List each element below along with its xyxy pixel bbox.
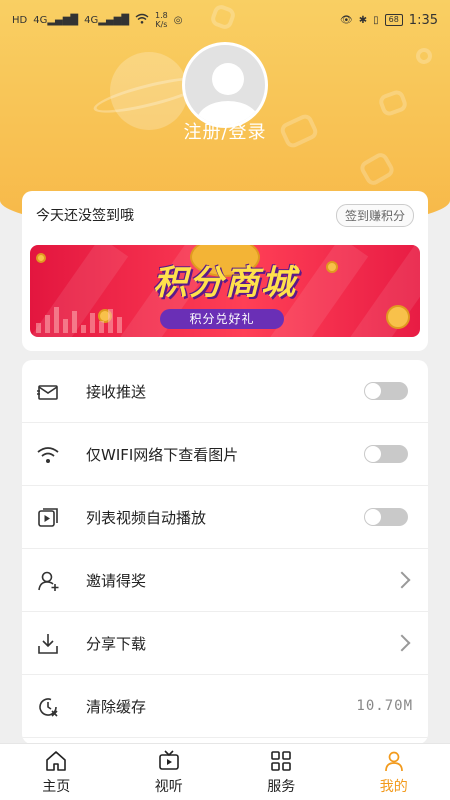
- envelope-icon: [36, 380, 60, 404]
- settings-row-label: 分享下载: [86, 634, 147, 653]
- eye-icon: 👁: [340, 14, 353, 26]
- settings-row-label: 列表视频自动播放: [86, 508, 207, 527]
- status-bar: HD 4G▂▄▆█ 4G▂▄▆█ 1.8 K/s ◎ 👁 ✱ ▯ 68 1:35: [0, 0, 450, 40]
- ticket-decoration: [414, 46, 434, 66]
- settings-row-clear-cache[interactable]: 清除缓存 10.70M: [22, 675, 428, 738]
- push-toggle[interactable]: [364, 382, 408, 400]
- network-speed: 1.8 K/s: [155, 11, 168, 29]
- signal-icon-2: 4G▂▄▆█: [84, 14, 130, 26]
- download-icon: [36, 632, 60, 656]
- wifi-status-icon: [135, 13, 149, 27]
- settings-row-wifi-images[interactable]: 仅WIFI网络下查看图片: [22, 423, 428, 486]
- tv-icon: [158, 750, 180, 772]
- autoplay-toggle[interactable]: [364, 508, 408, 526]
- bluetooth-icon: ✱: [358, 14, 368, 26]
- settings-row-push[interactable]: 接收推送: [22, 360, 428, 423]
- settings-row-label: 接收推送: [86, 382, 147, 401]
- nav-label: 我的: [379, 779, 408, 795]
- nav-tab-mine[interactable]: 我的: [338, 744, 450, 800]
- clear-cache-icon: [36, 695, 60, 719]
- toggle-knob: [365, 383, 381, 399]
- nav-label: 服务: [267, 779, 296, 795]
- nav-label: 视听: [154, 779, 183, 795]
- video-play-icon: [36, 506, 60, 530]
- add-user-icon: [36, 569, 60, 593]
- cache-size: 10.70M: [356, 698, 413, 714]
- ticket-decoration: [357, 150, 397, 188]
- nav-tab-services[interactable]: 服务: [225, 744, 338, 800]
- chevron-right-icon: [393, 634, 411, 652]
- banner-equalizer-decoration: [36, 305, 146, 333]
- toggle-knob: [365, 446, 381, 462]
- signal-icon-1: 4G▂▄▆█: [33, 14, 79, 26]
- register-login-link[interactable]: 注册/登录: [0, 118, 450, 144]
- wifi-icon: [36, 443, 60, 467]
- settings-row-label: 清除缓存: [86, 697, 147, 716]
- settings-row-label: 仅WIFI网络下查看图片: [86, 445, 239, 464]
- battery-indicator: 68: [384, 14, 403, 26]
- points-mall-banner[interactable]: 积分商城 积分兑好礼: [30, 245, 420, 337]
- banner-title: 积分商城: [153, 263, 297, 303]
- settings-row-autoplay[interactable]: 列表视频自动播放: [22, 486, 428, 549]
- nav-tab-media[interactable]: 视听: [113, 744, 226, 800]
- home-icon: [45, 750, 67, 772]
- avatar-head: [212, 63, 244, 95]
- settings-row-invite[interactable]: 邀请得奖: [22, 549, 428, 612]
- signin-prompt: 今天还没签到哦: [36, 208, 134, 224]
- settings-row-share[interactable]: 分享下载: [22, 612, 428, 675]
- settings-row-label: 邀请得奖: [86, 571, 147, 590]
- nav-label: 主页: [42, 779, 71, 795]
- grid-icon: [270, 750, 292, 772]
- app-notification-icon: ◎: [173, 14, 183, 26]
- toggle-knob: [365, 509, 381, 525]
- banner-subtitle: 积分兑好礼: [160, 309, 284, 329]
- banner-coin: [386, 305, 410, 329]
- bottom-nav: 主页 视听 服务 我的: [0, 743, 450, 800]
- wifi-images-toggle[interactable]: [364, 445, 408, 463]
- avatar[interactable]: [182, 42, 268, 128]
- chevron-right-icon: [393, 571, 411, 589]
- settings-list: 接收推送 仅WIFI网络下查看图片 列表视频自动播放 邀请得奖 分享下载 清除缓…: [22, 360, 428, 744]
- signin-button[interactable]: 签到赚积分: [335, 204, 414, 227]
- ticket-decoration: [377, 88, 409, 118]
- hd-indicator: HD: [12, 14, 28, 26]
- signin-card: 今天还没签到哦 签到赚积分 积分商城 积分兑好礼: [22, 191, 428, 351]
- nav-tab-home[interactable]: 主页: [0, 744, 113, 800]
- vibrate-icon: ▯: [373, 14, 379, 26]
- clock: 1:35: [408, 12, 438, 28]
- person-icon: [383, 750, 405, 772]
